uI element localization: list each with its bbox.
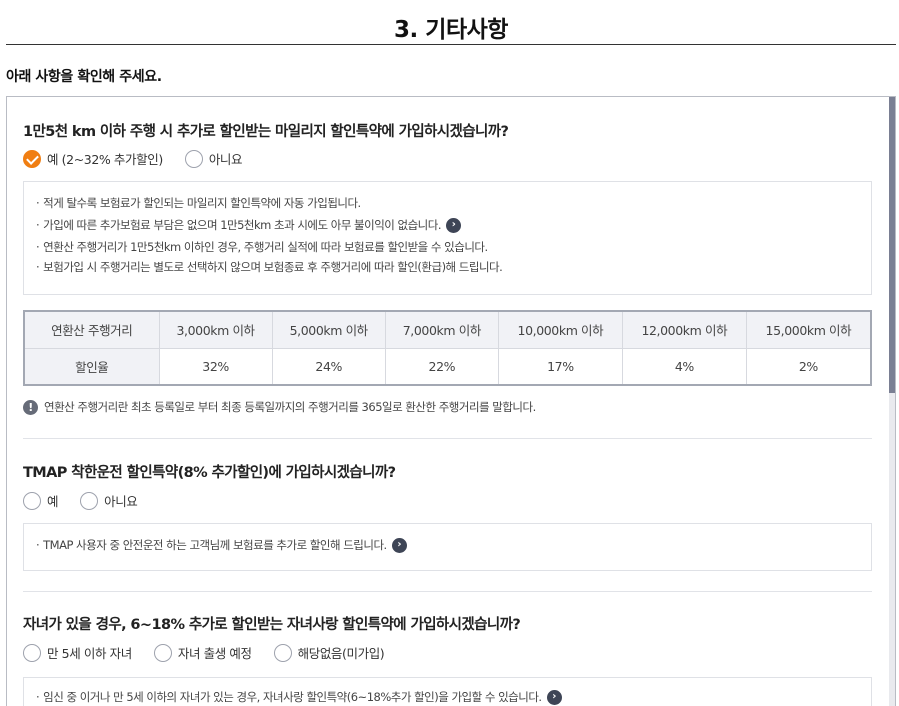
tmap-bullet: · TMAP 사용자 중 안전운전 하는 고객님께 보험료를 추가로 할인해 드립…: [36, 534, 859, 556]
table-header-cell: 할인율: [23, 347, 160, 386]
tmap-option-no[interactable]: 아니요: [80, 491, 138, 510]
child-option-under5[interactable]: 만 5세 이하 자녀: [23, 643, 132, 662]
child-info-box: · 임신 중 이거나 만 5세 이하의 자녀가 있는 경우, 자녀사랑 할인특약(…: [23, 677, 872, 706]
mileage-bullet: · 적게 탈수록 보험료가 할인되는 마일리지 할인특약에 자동 가입됩니다.: [36, 196, 361, 210]
chevron-right-circle-icon[interactable]: ›: [446, 217, 461, 233]
mileage-question: 1만5천 km 이하 주행 시 추가로 할인받는 마일리지 할인특약에 가입하시…: [23, 124, 509, 140]
title-divider: [6, 44, 896, 45]
table-cell: 24%: [271, 347, 386, 386]
tmap-question: TMAP 착한운전 할인특약(8% 추가할인)에 가입하시겠습니까?: [23, 465, 396, 481]
mileage-bullet: · 가입에 따른 추가보험료 부담은 없으며 1만5천km 초과 시에도 아무 불…: [36, 214, 859, 236]
section-divider: [23, 438, 872, 439]
tmap-options: 예 아니요: [23, 491, 159, 510]
tmap-option-no-label: 아니요: [104, 494, 138, 509]
mileage-bullet: · 연환산 주행거리가 1만5천km 이하인 경우, 주행거리 실적에 따라 보험…: [36, 240, 488, 254]
mileage-option-yes[interactable]: 예 (2~32% 추가할인): [23, 149, 163, 168]
child-option-none[interactable]: 해당없음(미가입): [273, 643, 385, 662]
mileage-option-no[interactable]: 아니요: [184, 149, 243, 168]
page-title: 3. 기타사항: [394, 17, 508, 43]
radio-icon[interactable]: [23, 643, 41, 662]
tmap-option-yes-label: 예: [47, 494, 59, 509]
table-header-cell: 10,000km 이하: [497, 310, 623, 349]
scrollbar-track[interactable]: [889, 97, 895, 706]
table-header-cell: 12,000km 이하: [621, 310, 747, 349]
mileage-rate-table: 연환산 주행거리 3,000km 이하 5,000km 이하 7,000km 이…: [23, 310, 872, 386]
table-cell: 22%: [384, 347, 499, 386]
mileage-options: 예 (2~32% 추가할인) 아니요: [23, 149, 264, 168]
table-header-cell: 7,000km 이하: [384, 310, 499, 349]
table-row: 연환산 주행거리 3,000km 이하 5,000km 이하 7,000km 이…: [23, 310, 872, 349]
exclamation-circle-icon: !: [23, 399, 38, 415]
child-option-under5-label: 만 5세 이하 자녀: [47, 646, 132, 661]
radio-icon[interactable]: [23, 491, 41, 510]
table-cell: 2%: [745, 347, 872, 386]
options-panel: 1만5천 km 이하 주행 시 추가로 할인받는 마일리지 할인특약에 가입하시…: [6, 96, 896, 706]
child-option-none-label: 해당없음(미가입): [297, 646, 385, 661]
mileage-notice-text: 연환산 주행거리란 최초 등록일로 부터 최종 등록일까지의 주행거리를 365…: [44, 400, 536, 414]
table-header-cell: 3,000km 이하: [158, 310, 273, 349]
table-cell: 32%: [158, 347, 273, 386]
table-cell: 17%: [497, 347, 623, 386]
child-option-expected[interactable]: 자녀 출생 예정: [153, 643, 252, 662]
mileage-bullet: · 보험가입 시 주행거리는 별도로 선택하지 않으며 보험종료 후 주행거리에 …: [36, 260, 503, 274]
child-option-expected-label: 자녀 출생 예정: [177, 646, 252, 661]
tmap-info-box: · TMAP 사용자 중 안전운전 하는 고객님께 보험료를 추가로 할인해 드립…: [23, 523, 872, 571]
table-header-cell: 5,000km 이하: [271, 310, 386, 349]
intro-text: 아래 사항을 확인해 주세요.: [6, 69, 162, 85]
radio-icon[interactable]: [153, 643, 172, 662]
child-bullet: · 임신 중 이거나 만 5세 이하의 자녀가 있는 경우, 자녀사랑 할인특약(…: [36, 686, 859, 706]
section-divider: [23, 591, 872, 592]
table-cell: 4%: [621, 347, 747, 386]
mileage-option-yes-label: 예 (2~32% 추가할인): [47, 152, 163, 167]
chevron-right-circle-icon[interactable]: ›: [546, 689, 562, 705]
radio-icon[interactable]: [184, 149, 203, 168]
radio-icon[interactable]: [80, 491, 99, 510]
table-row: 할인율 32% 24% 22% 17% 4% 2%: [23, 347, 872, 386]
chevron-right-circle-icon[interactable]: ›: [391, 537, 407, 553]
table-header-cell: 15,000km 이하: [745, 310, 872, 349]
mileage-option-no-label: 아니요: [208, 152, 243, 167]
radio-checked-icon[interactable]: [23, 149, 41, 168]
table-header-cell: 연환산 주행거리: [23, 310, 160, 349]
radio-icon[interactable]: [273, 643, 292, 662]
child-options: 만 5세 이하 자녀 자녀 출생 예정 해당없음(미가입): [23, 643, 406, 662]
tmap-option-yes[interactable]: 예: [23, 491, 59, 510]
child-question: 자녀가 있을 경우, 6~18% 추가로 할인받는 자녀사랑 할인특약에 가입하…: [23, 617, 521, 633]
mileage-info-box: · 적게 탈수록 보험료가 할인되는 마일리지 할인특약에 자동 가입됩니다. ·…: [23, 181, 872, 295]
scrollbar-thumb[interactable]: [889, 97, 895, 393]
mileage-notice: ! 연환산 주행거리란 최초 등록일로 부터 최종 등록일까지의 주행거리를 3…: [23, 399, 536, 415]
